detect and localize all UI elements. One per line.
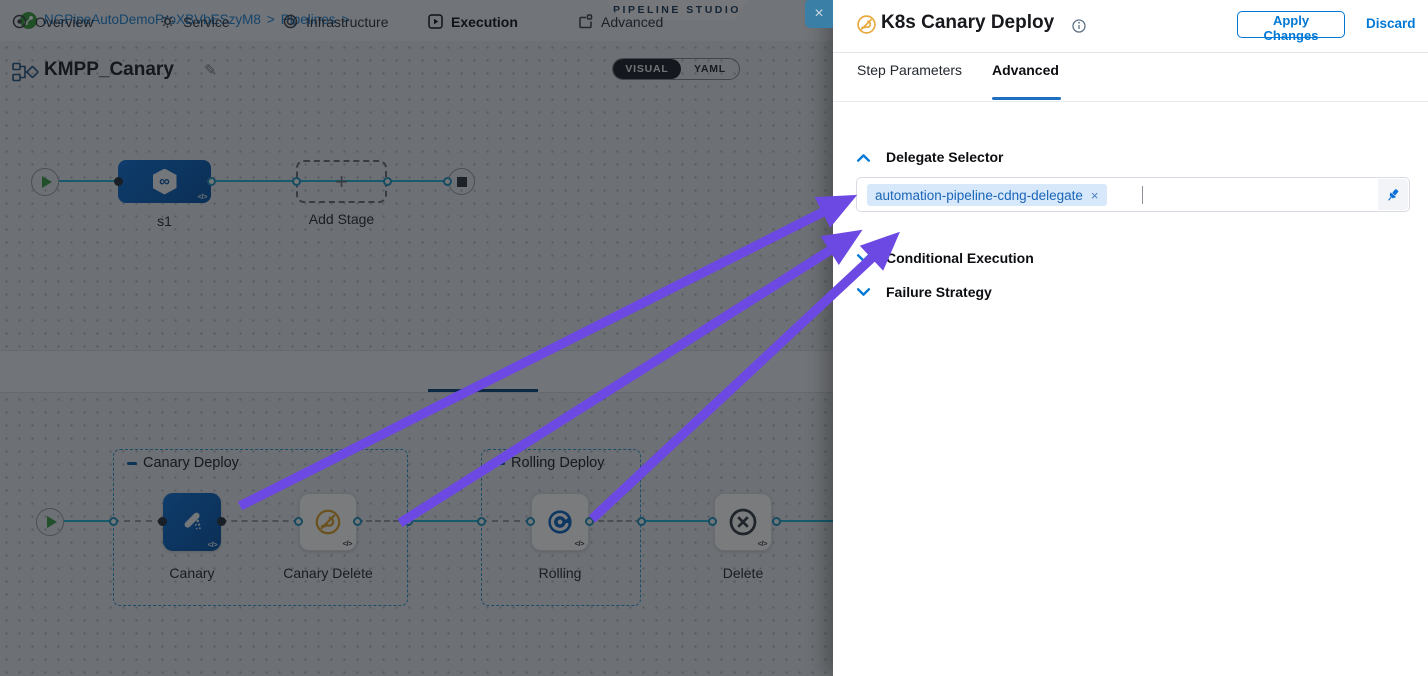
apply-changes-button[interactable]: Apply Changes (1237, 11, 1345, 38)
divider (833, 101, 1428, 102)
step-config-drawer: K8s Canary Deploy Apply Changes Discard … (833, 0, 1428, 676)
drawer-title: K8s Canary Deploy (881, 12, 1054, 34)
divider (833, 52, 1428, 53)
section-delegate-selector[interactable]: Delegate Selector (886, 149, 1004, 165)
discard-button[interactable]: Discard (1366, 16, 1416, 31)
delegate-tags-input[interactable]: automation-pipeline-cdng-delegate × (856, 177, 1410, 212)
chevron-up-icon[interactable] (856, 150, 871, 165)
chevron-down-icon[interactable] (856, 251, 871, 266)
pin-icon (1385, 187, 1401, 203)
chevron-down-icon[interactable] (856, 285, 871, 300)
pin-button[interactable] (1378, 179, 1408, 210)
active-tab-underline (992, 97, 1061, 100)
tab-advanced[interactable]: Advanced (992, 62, 1059, 78)
canary-step-icon (856, 14, 877, 35)
delegate-tag-label: automation-pipeline-cdng-delegate (875, 188, 1083, 203)
drawer-close-button[interactable]: × (805, 0, 833, 28)
text-caret (1142, 186, 1143, 204)
pipeline-studio-app: NGPipeAutoDemoProXBVbESzyM8>Pipelines> P… (0, 0, 1428, 676)
tab-step-parameters[interactable]: Step Parameters (857, 62, 962, 78)
delegate-tag-chip[interactable]: automation-pipeline-cdng-delegate × (867, 184, 1107, 206)
remove-tag-icon[interactable]: × (1091, 188, 1099, 203)
modal-dim-overlay (0, 0, 833, 676)
section-conditional-execution[interactable]: Conditional Execution (886, 250, 1034, 266)
section-failure-strategy[interactable]: Failure Strategy (886, 284, 992, 300)
info-icon[interactable] (1072, 19, 1086, 33)
